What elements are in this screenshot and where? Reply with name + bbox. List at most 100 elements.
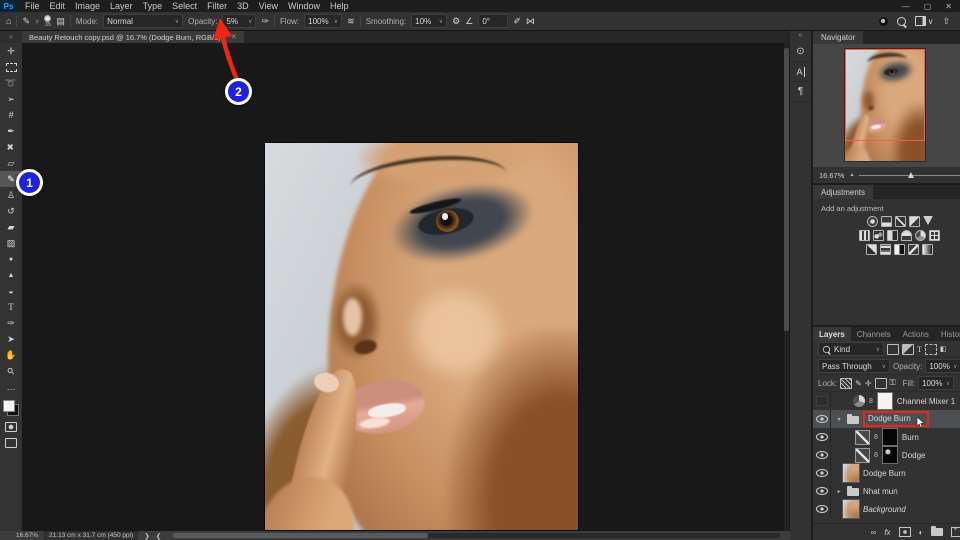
lock-transparency-icon[interactable] xyxy=(840,378,852,389)
more-tools-button[interactable]: … xyxy=(0,379,22,395)
navigator-thumbnail[interactable] xyxy=(845,49,925,161)
foreground-color-swatch[interactable] xyxy=(3,400,15,412)
black-white-icon[interactable] xyxy=(887,230,898,241)
layer-name[interactable]: Dodge xyxy=(902,451,926,460)
selective-color-icon[interactable] xyxy=(908,244,919,255)
patch-tool[interactable]: ▱ xyxy=(0,155,22,171)
menu-filter[interactable]: Filter xyxy=(202,0,232,12)
tab-layers[interactable]: Layers xyxy=(813,327,851,341)
status-next-icon[interactable]: ❯ xyxy=(144,532,149,540)
vibrance-icon[interactable] xyxy=(923,216,933,225)
menu-edit[interactable]: Edit xyxy=(45,0,71,12)
restore-button[interactable]: ▢ xyxy=(924,2,932,11)
menu-image[interactable]: Image xyxy=(70,0,105,12)
channel-mixer-icon[interactable] xyxy=(915,230,926,241)
group-expand-icon[interactable]: ▾ xyxy=(835,416,843,423)
screen-mode-button[interactable] xyxy=(5,438,17,448)
airbrush-icon[interactable]: ≋ xyxy=(347,16,355,26)
filter-shape-layers-icon[interactable] xyxy=(925,344,937,355)
layer-name[interactable]: Nhat mun xyxy=(863,487,898,496)
healing-brush-tool[interactable]: ✚ xyxy=(0,139,22,155)
new-layer-icon[interactable] xyxy=(951,527,960,537)
zoom-out-icon[interactable]: ▲ xyxy=(849,172,854,178)
layer-style-icon[interactable]: fx xyxy=(884,528,890,537)
zoom-tool[interactable]: ⚲ xyxy=(0,363,22,379)
share-icon[interactable]: ⇧ xyxy=(942,16,950,26)
pen-tool[interactable]: ✑ xyxy=(0,315,22,331)
path-selection-tool[interactable]: ➤ xyxy=(0,331,22,347)
curves-icon[interactable] xyxy=(895,216,906,227)
move-tool[interactable]: ✛ xyxy=(0,43,22,59)
layer-row-nhat-mun-group[interactable]: ▸ Nhat mun xyxy=(813,482,960,500)
eraser-tool[interactable]: ▰ xyxy=(0,219,22,235)
new-adjustment-icon[interactable]: ◐ xyxy=(919,528,924,537)
visibility-toggle[interactable] xyxy=(813,446,831,464)
gradient-tool[interactable]: ▨ xyxy=(0,235,22,251)
menu-help[interactable]: Help xyxy=(325,0,354,12)
menu-3d[interactable]: 3D xyxy=(232,0,254,12)
info-panel-icon[interactable]: ⊙ xyxy=(790,42,811,62)
layer-row-background[interactable]: Background xyxy=(813,500,960,518)
vertical-scrollbar[interactable] xyxy=(784,43,789,531)
symmetry-icon[interactable]: ⋈ xyxy=(526,16,535,26)
quick-mask-button[interactable] xyxy=(5,422,17,432)
invert-icon[interactable] xyxy=(866,244,877,255)
menu-file[interactable]: File xyxy=(20,0,45,12)
flow-select[interactable]: 100% ∨ xyxy=(304,14,342,28)
status-prev-icon[interactable]: ❮ xyxy=(156,532,161,540)
lock-all-icon[interactable]: ⚿ xyxy=(890,378,896,388)
filter-smart-objects-icon[interactable]: ◧ xyxy=(940,345,947,353)
dodge-tool[interactable]: ◒ xyxy=(0,283,22,299)
exposure-icon[interactable] xyxy=(909,216,920,227)
account-icon[interactable]: ☻ xyxy=(879,17,888,26)
brush-preset-chevron-icon[interactable]: ∨ xyxy=(35,15,39,27)
workspace-switcher[interactable]: ∨ xyxy=(915,16,934,26)
navigator-zoom-value[interactable]: 16.67% xyxy=(819,171,844,180)
filter-adjustment-layers-icon[interactable] xyxy=(902,344,914,355)
lock-position-icon[interactable]: ✛ xyxy=(865,379,872,388)
group-collapsed-icon[interactable]: ▸ xyxy=(835,488,843,495)
posterize-icon[interactable] xyxy=(880,244,891,255)
layer-row-dodge-burn-group[interactable]: ▾ Dodge Burn xyxy=(813,410,960,428)
visibility-toggle[interactable] xyxy=(813,428,831,446)
character-panel-icon[interactable]: A xyxy=(790,62,811,82)
menu-view[interactable]: View xyxy=(254,0,283,12)
brush-preset-picker[interactable]: 35 xyxy=(44,15,51,28)
visibility-toggle[interactable] xyxy=(813,464,831,482)
fill-select[interactable]: 100% ∨ xyxy=(918,376,954,390)
layer-thumbnail[interactable] xyxy=(843,500,859,518)
close-button[interactable]: ✕ xyxy=(945,2,952,11)
menu-select[interactable]: Select xyxy=(167,0,202,12)
tab-history[interactable]: History xyxy=(935,327,960,341)
layer-name[interactable]: Dodge Burn xyxy=(863,469,906,478)
filter-pixel-layers-icon[interactable] xyxy=(887,344,899,355)
navigator-view-box[interactable] xyxy=(845,49,925,141)
status-zoom-value[interactable]: 16.67% xyxy=(16,532,38,539)
smoothing-select[interactable]: 10% ∨ xyxy=(411,14,447,28)
mode-select[interactable]: Normal ∨ xyxy=(103,14,183,28)
layer-mask-thumbnail[interactable] xyxy=(882,428,898,446)
layer-row-channel-mixer[interactable]: 8 Channel Mixer 1 xyxy=(813,392,960,410)
hue-saturation-icon[interactable] xyxy=(859,230,870,241)
horizontal-scrollbar[interactable] xyxy=(173,533,780,538)
brightness-contrast-icon[interactable] xyxy=(867,216,878,227)
home-icon[interactable]: ⌂ xyxy=(6,16,11,26)
layer-name[interactable]: Burn xyxy=(902,433,919,442)
object-selection-tool[interactable]: ➢ xyxy=(0,91,22,107)
layer-row-dodge[interactable]: 8 Dodge xyxy=(813,446,960,464)
horizontal-scrollbar-thumb[interactable] xyxy=(173,533,428,538)
tab-channels[interactable]: Channels xyxy=(851,327,897,341)
canvas-image[interactable] xyxy=(265,143,578,530)
sharpen-tool[interactable]: ▲ xyxy=(0,267,22,283)
link-layers-icon[interactable]: ∞ xyxy=(871,528,877,537)
lock-artboard-icon[interactable] xyxy=(875,378,887,389)
threshold-icon[interactable] xyxy=(894,244,905,255)
crop-tool[interactable]: # xyxy=(0,107,22,123)
pressure-opacity-icon[interactable]: ✑ xyxy=(261,16,269,26)
menu-window[interactable]: Window xyxy=(283,0,325,12)
tab-actions[interactable]: Actions xyxy=(897,327,935,341)
brush-angle-field[interactable]: 0° xyxy=(478,14,508,28)
gradient-map-icon[interactable] xyxy=(922,244,933,255)
blur-tool[interactable]: ● xyxy=(0,251,22,267)
toolbar-collapse-icon[interactable]: » xyxy=(0,31,22,43)
